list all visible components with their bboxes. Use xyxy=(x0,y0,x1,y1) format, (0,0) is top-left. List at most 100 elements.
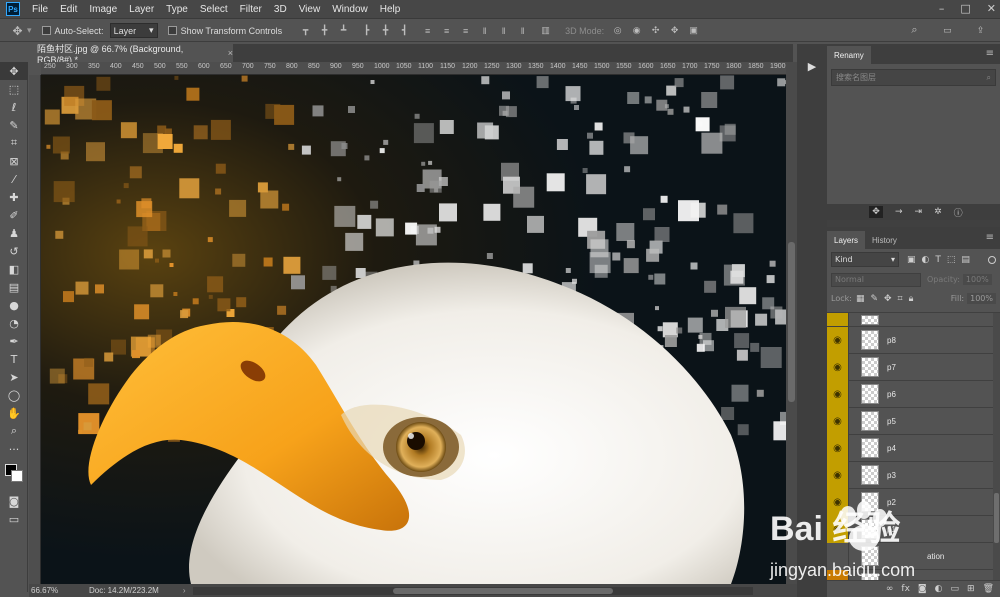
align-bottom-icon[interactable]: ┻ xyxy=(338,25,349,36)
delete-layer-icon[interactable]: 🗑︎ xyxy=(983,584,994,594)
auto-align-icon[interactable]: ▥ xyxy=(540,25,551,36)
menu-type[interactable]: Type xyxy=(160,4,194,15)
lasso-tool-icon[interactable]: ℓ xyxy=(0,98,28,116)
screen-mode-icon[interactable]: ▭ xyxy=(0,510,28,528)
eraser-tool-icon[interactable]: ◧ xyxy=(0,260,28,278)
filter-pixel-icon[interactable]: ▣ xyxy=(907,255,916,265)
panel-menu-icon[interactable]: ≡ xyxy=(986,48,994,59)
filter-type-icon[interactable]: T xyxy=(935,255,941,265)
lock-artboard-icon[interactable]: ⌗ xyxy=(898,294,903,304)
marquee-tool-icon[interactable]: ⬚ xyxy=(0,80,28,98)
layer-row[interactable]: ◉ p3 xyxy=(827,461,1000,489)
distribute-top-icon[interactable]: ≡ xyxy=(422,25,433,36)
play-icon[interactable]: ▶ xyxy=(804,60,820,76)
scroll-thumb[interactable] xyxy=(393,587,614,594)
gradient-tool-icon[interactable]: ▤ xyxy=(0,278,28,296)
layer-row[interactable]: ◉ p5 xyxy=(827,407,1000,435)
auto-select-dropdown[interactable]: Layer ▾ xyxy=(109,23,158,38)
close-icon[interactable]: ✕ xyxy=(987,2,996,15)
filter-smart-object-icon[interactable]: ▤ xyxy=(961,255,970,265)
quick-mask-icon[interactable]: ◙ xyxy=(0,492,28,510)
horizontal-scrollbar[interactable] xyxy=(193,586,754,595)
export-icon[interactable]: ⇥ xyxy=(915,207,923,217)
info-icon[interactable]: ⓘ xyxy=(954,206,963,219)
distribute-bottom-icon[interactable]: ≡ xyxy=(460,25,471,36)
add-mask-icon[interactable]: ◙ xyxy=(918,584,927,594)
visibility-eye-icon[interactable]: ◉ xyxy=(827,515,849,543)
kind-filter-dropdown[interactable]: Kind ▾ xyxy=(831,252,899,267)
menu-file[interactable]: File xyxy=(26,4,54,15)
scroll-thumb[interactable] xyxy=(994,493,999,543)
align-hcenter-icon[interactable]: ╋ xyxy=(380,25,391,36)
transform-controls-checkbox[interactable] xyxy=(167,26,177,35)
scale-3d-icon[interactable]: ▣ xyxy=(688,25,699,36)
renamy-search-input[interactable]: 搜索名图层 ⌕ xyxy=(831,69,996,86)
fill-value[interactable]: 100% xyxy=(967,293,996,304)
lock-transparent-icon[interactable]: ▦ xyxy=(856,294,865,304)
path-select-icon[interactable]: ➤ xyxy=(0,368,28,386)
vertical-scrollbar[interactable] xyxy=(786,62,797,584)
pen-tool-icon[interactable]: ✒ xyxy=(0,332,28,350)
settings-icon[interactable]: ✲ xyxy=(934,207,942,217)
filter-toggle[interactable] xyxy=(988,255,996,264)
menu-edit[interactable]: Edit xyxy=(54,4,83,15)
new-layer-icon[interactable]: ⊞ xyxy=(967,584,975,594)
minimize-icon[interactable]: – xyxy=(939,2,945,15)
hand-tool-icon[interactable]: ✋ xyxy=(0,404,28,422)
menu-view[interactable]: View xyxy=(293,4,327,15)
layer-row[interactable]: ◉ p7 xyxy=(827,353,1000,381)
visibility-eye-icon[interactable] xyxy=(827,542,849,570)
clone-stamp-icon[interactable]: ♟ xyxy=(0,224,28,242)
pan-3d-icon[interactable]: ✣ xyxy=(650,25,661,36)
layer-row[interactable]: ◉ p2 xyxy=(827,488,1000,516)
type-tool-icon[interactable]: T xyxy=(0,350,28,368)
share-icon[interactable]: ⇪ xyxy=(975,25,986,36)
menu-image[interactable]: Image xyxy=(83,4,123,15)
search-icon[interactable]: ⌕ xyxy=(987,73,991,83)
workspace-icon[interactable]: ▭ xyxy=(942,25,953,36)
brush-tool-icon[interactable]: ✐ xyxy=(0,206,28,224)
orbit-3d-icon[interactable]: ◎ xyxy=(612,25,623,36)
quick-select-tool-icon[interactable]: ✎ xyxy=(0,116,28,134)
align-left-icon[interactable]: ┣ xyxy=(361,25,372,36)
new-group-icon[interactable]: ▭ xyxy=(951,584,960,594)
filter-adjustment-icon[interactable]: ◐ xyxy=(922,255,930,265)
visibility-eye-icon[interactable]: ◉ xyxy=(827,380,849,408)
arrow-right-icon[interactable]: → xyxy=(895,207,903,217)
dodge-tool-icon[interactable]: ◔ xyxy=(0,314,28,332)
opacity-value[interactable]: 100% xyxy=(962,274,992,285)
tab-renamy[interactable]: Renamy xyxy=(827,46,871,64)
layer-style-icon[interactable]: fx xyxy=(901,584,910,594)
layer-row-partial[interactable] xyxy=(827,313,1000,327)
close-tab-icon[interactable]: × xyxy=(228,48,233,58)
status-arrow-icon[interactable]: › xyxy=(183,586,186,595)
scroll-thumb[interactable] xyxy=(788,242,795,402)
visibility-eye-icon[interactable] xyxy=(827,313,849,326)
visibility-eye-icon[interactable]: ◉ xyxy=(827,434,849,462)
zoom-tool-icon[interactable]: ⌕ xyxy=(0,422,28,440)
zoom-level[interactable]: 66.67% xyxy=(31,586,81,595)
blur-tool-icon[interactable]: ● xyxy=(0,296,28,314)
align-vcenter-icon[interactable]: ╋ xyxy=(319,25,330,36)
layer-row[interactable]: ation xyxy=(827,542,1000,570)
blend-mode-dropdown[interactable]: Normal xyxy=(831,272,921,287)
visibility-eye-icon[interactable]: ◉ xyxy=(827,488,849,516)
frame-tool-icon[interactable]: ⊠ xyxy=(0,152,28,170)
menu-layer[interactable]: Layer xyxy=(123,4,160,15)
history-brush-icon[interactable]: ↺ xyxy=(0,242,28,260)
layers-scrollbar[interactable] xyxy=(993,313,1000,587)
layer-row[interactable]: ◉ p4 xyxy=(827,434,1000,462)
distribute-left-icon[interactable]: ‖ xyxy=(479,25,490,36)
renamy-action-icon[interactable]: ✥ xyxy=(869,206,883,218)
adjustment-layer-icon[interactable]: ◐ xyxy=(935,584,943,594)
lock-all-icon[interactable]: 🔒︎ xyxy=(909,294,914,304)
crop-tool-icon[interactable]: ⌗ xyxy=(0,134,28,152)
link-layers-icon[interactable]: ∞ xyxy=(886,584,894,594)
roll-3d-icon[interactable]: ◉ xyxy=(631,25,642,36)
align-right-icon[interactable]: ┫ xyxy=(399,25,410,36)
distribute-hcenter-icon[interactable]: ‖ xyxy=(498,25,509,36)
panel-menu-icon[interactable]: ≡ xyxy=(986,232,994,243)
healing-brush-icon[interactable]: ✚ xyxy=(0,188,28,206)
tab-layers[interactable]: Layers xyxy=(827,231,866,249)
move-tool-icon[interactable]: ✥ xyxy=(12,24,23,38)
